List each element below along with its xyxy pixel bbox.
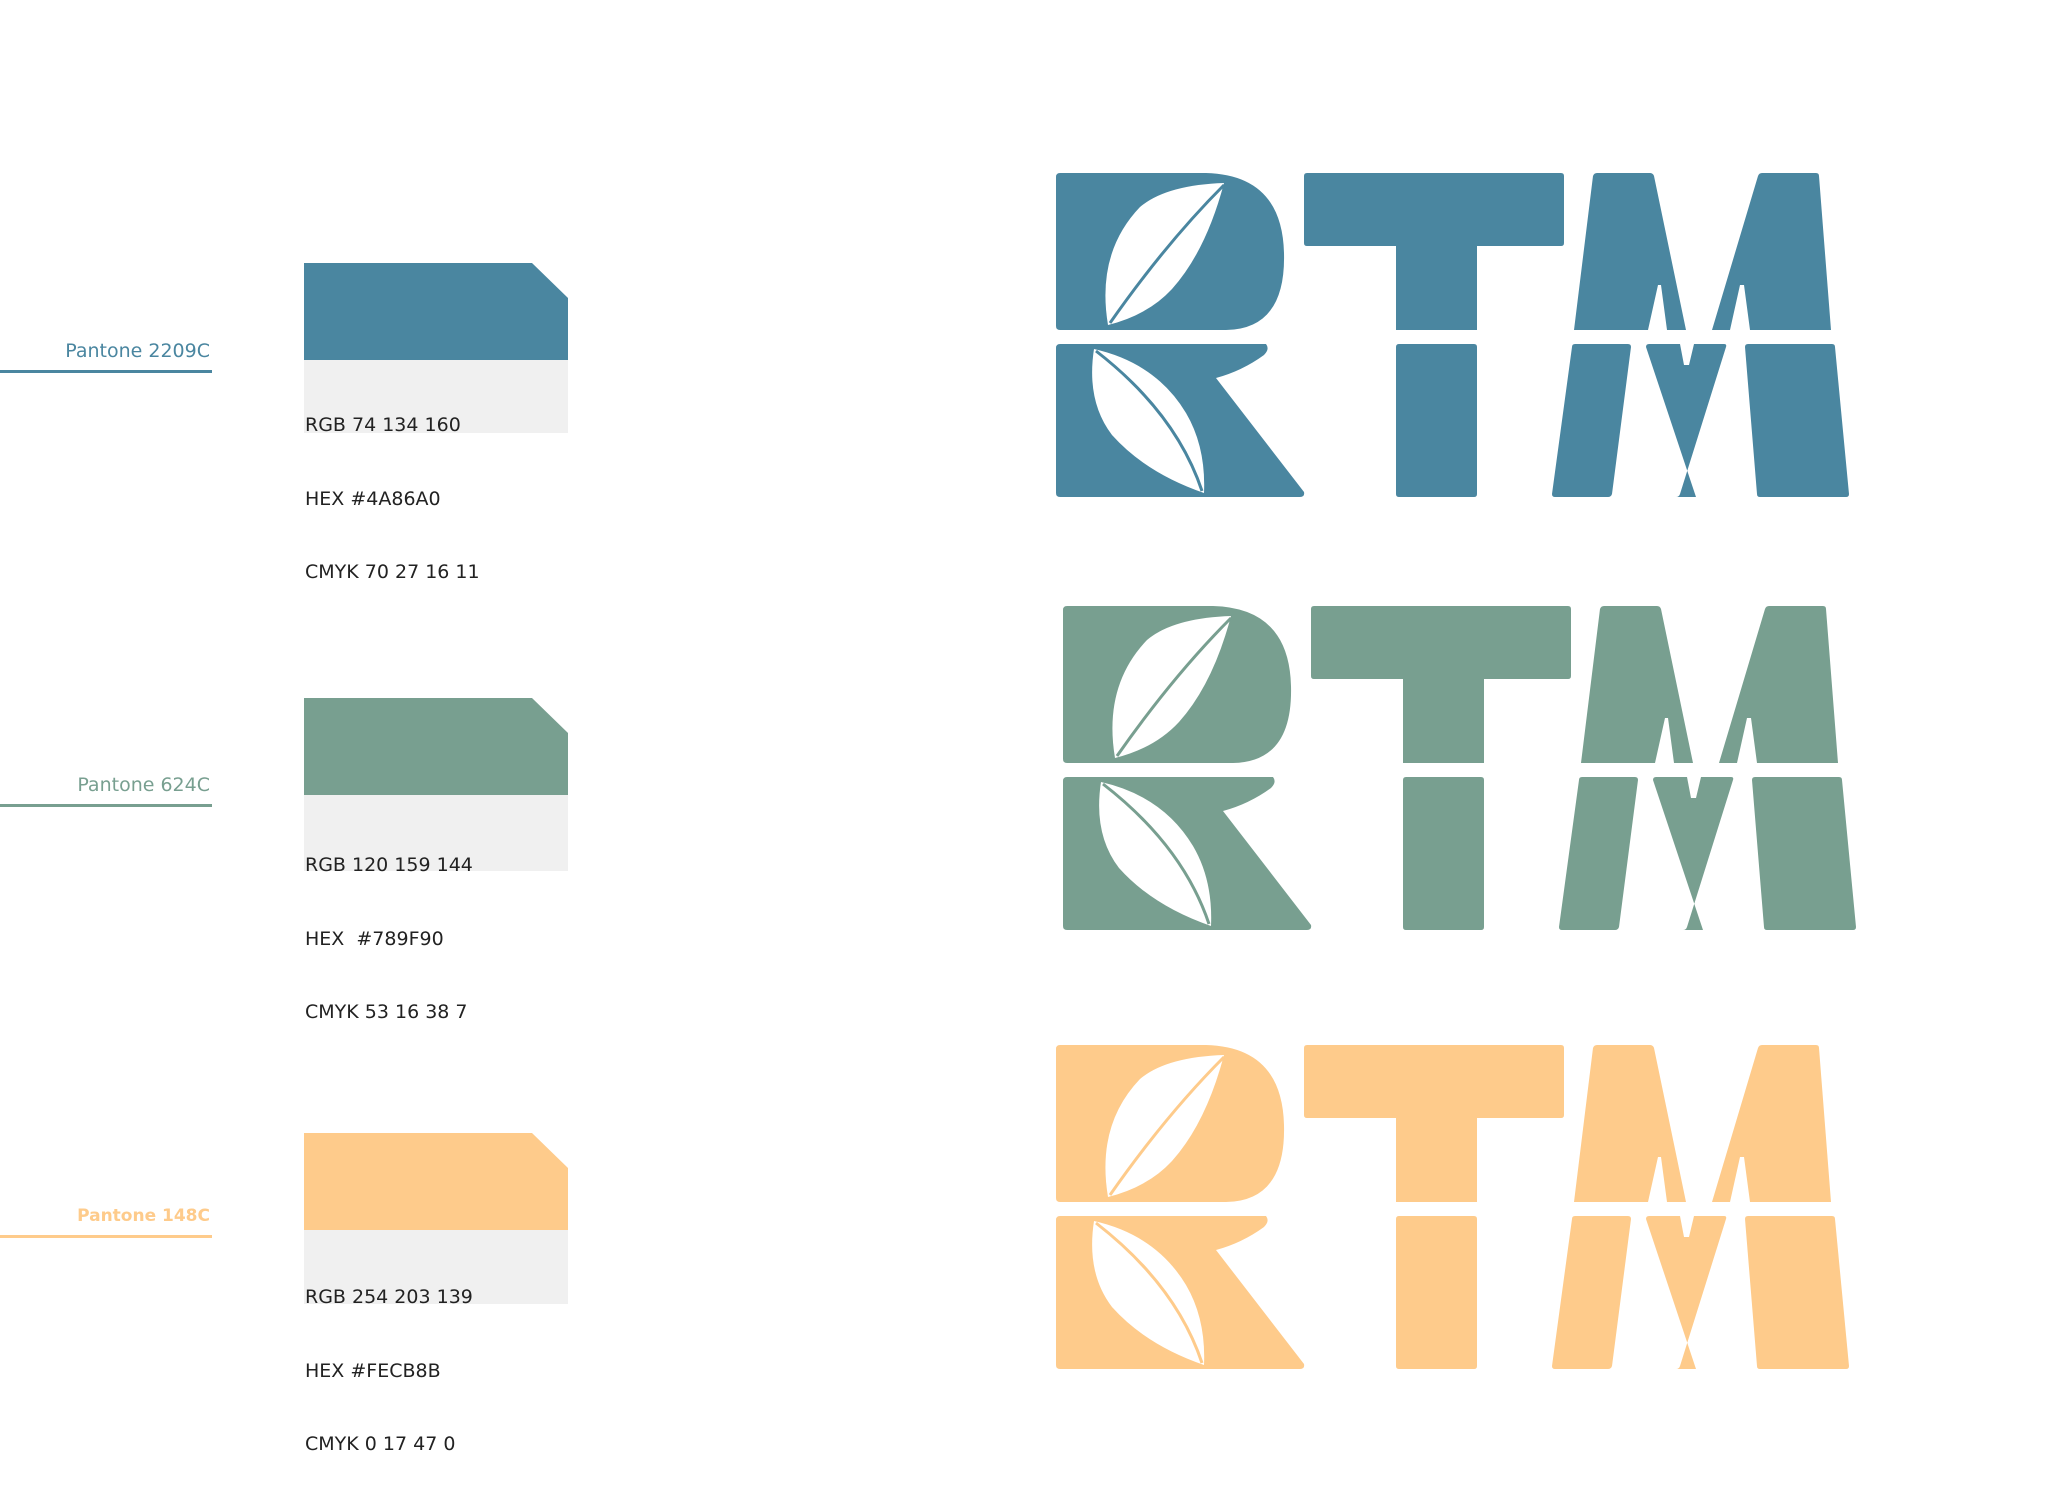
color-row-3: Pantone 148C RGB 254 203 139 HEX #FECB8B… (0, 870, 2048, 1455)
logo-letter-t-stem (1396, 1216, 1477, 1369)
pantone-label: Pantone 2209C (65, 340, 210, 362)
pantone-underline (0, 370, 212, 373)
color-swatch (304, 263, 568, 360)
logo-letter-t-bar (1304, 1045, 1564, 1202)
color-row-1: Pantone 2209C RGB 74 134 160 HEX #4A86A0… (0, 0, 2048, 583)
color-swatch (304, 1133, 568, 1230)
pantone-underline (0, 804, 212, 807)
rtm-logo (1056, 1045, 1849, 1369)
hex-value: HEX #FECB8B (305, 1359, 441, 1382)
logo-letter-m-top (1581, 606, 1838, 763)
logo-letter-t-bar (1311, 606, 1571, 763)
logo-letter-m-top (1574, 173, 1831, 330)
rgb-value: RGB 254 203 139 (305, 1286, 473, 1308)
cmyk-value: CMYK 0 17 47 0 (305, 1433, 456, 1455)
pantone-underline (0, 1235, 212, 1238)
pantone-label: Pantone 148C (77, 1206, 210, 1226)
color-row-2: Pantone 624C RGB 120 159 144 HEX #789F90… (0, 434, 2048, 1023)
pantone-label: Pantone 624C (77, 774, 210, 796)
color-swatch (304, 698, 568, 795)
swatch-values: RGB 254 203 139 HEX #FECB8B CMYK 0 17 47… (305, 1236, 473, 1506)
logo-letter-m-bottom (1552, 1216, 1849, 1369)
logo-letter-m-top (1574, 1045, 1831, 1202)
logo-letter-t-bar (1304, 173, 1564, 330)
